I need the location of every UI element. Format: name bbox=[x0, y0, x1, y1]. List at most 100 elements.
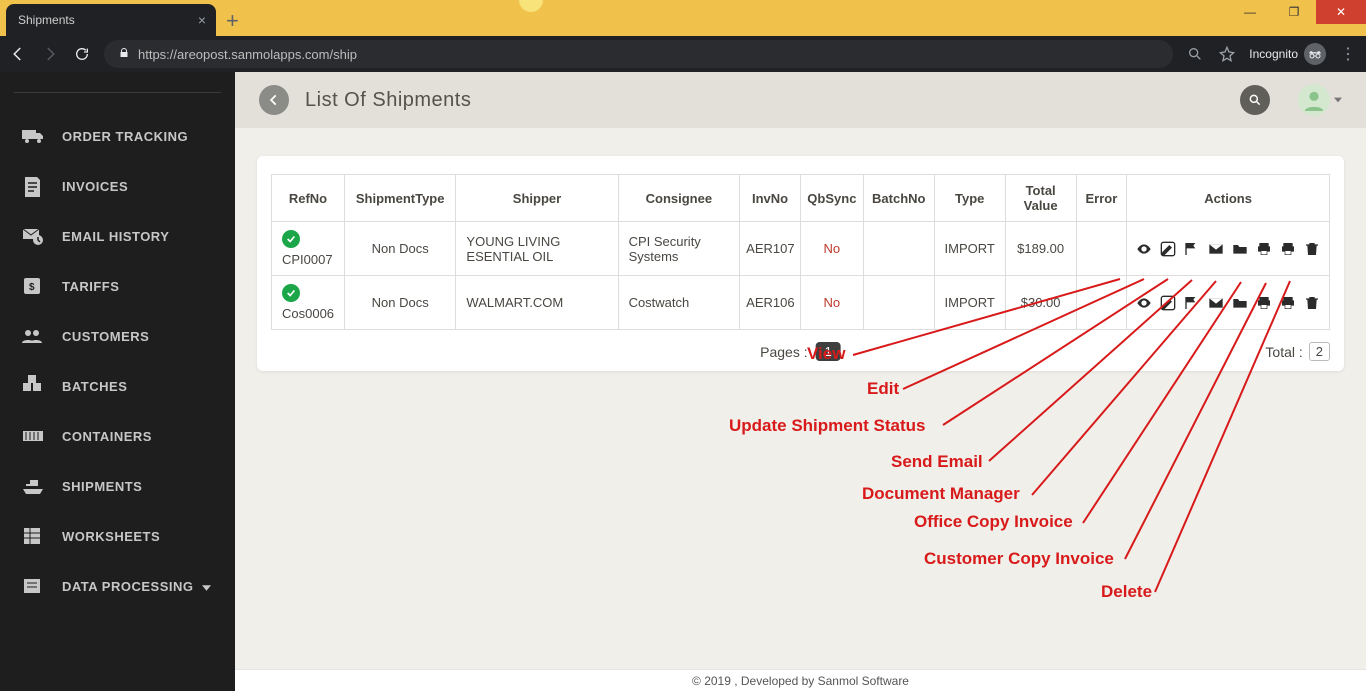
page-header: List Of Shipments bbox=[235, 72, 1366, 128]
action-customer-copy-invoice-icon[interactable] bbox=[1279, 241, 1297, 257]
cell-refno: CPI0007 bbox=[282, 252, 338, 267]
sidebar-item-batches[interactable]: BATCHES bbox=[0, 361, 235, 411]
header-search-button[interactable] bbox=[1240, 85, 1270, 115]
status-ok-icon bbox=[282, 284, 300, 302]
browser-toolbar: https://areopost.sanmolapps.com/ship Inc… bbox=[0, 36, 1366, 72]
cell-actions bbox=[1127, 276, 1330, 330]
col-total-value: Total Value bbox=[1005, 175, 1076, 222]
sidebar-item-label: CONTAINERS bbox=[62, 429, 152, 444]
col-invno: InvNo bbox=[740, 175, 801, 222]
browser-forward-icon[interactable] bbox=[40, 44, 60, 64]
caret-down-icon bbox=[1334, 97, 1342, 103]
sidebar-item-icon bbox=[20, 375, 46, 397]
sidebar-item-shipments[interactable]: SHIPMENTS bbox=[0, 461, 235, 511]
incognito-label: Incognito bbox=[1249, 47, 1298, 61]
annot-doc-manager: Document Manager bbox=[862, 484, 1020, 504]
sidebar-item-label: ORDER TRACKING bbox=[62, 129, 188, 144]
user-menu[interactable] bbox=[1298, 84, 1342, 116]
sidebar-item-email-history[interactable]: EMAIL HISTORY bbox=[0, 211, 235, 261]
action-document-manager-icon[interactable] bbox=[1231, 295, 1249, 311]
action-update-status-icon[interactable] bbox=[1183, 241, 1201, 257]
page-current[interactable]: 1 bbox=[816, 342, 841, 361]
sidebar-item-label: TARIFFS bbox=[62, 279, 119, 294]
action-customer-copy-invoice-icon[interactable] bbox=[1279, 295, 1297, 311]
incognito-icon bbox=[1304, 43, 1326, 65]
action-office-copy-invoice-icon[interactable] bbox=[1255, 241, 1273, 257]
annot-customer-copy: Customer Copy Invoice bbox=[924, 549, 1114, 569]
action-send-email-icon[interactable] bbox=[1207, 241, 1225, 257]
action-delete-icon[interactable] bbox=[1303, 241, 1321, 257]
new-tab-button[interactable]: + bbox=[226, 8, 239, 34]
sidebar-item-worksheets[interactable]: WORKSHEETS bbox=[0, 511, 235, 561]
cell-total-value: $30.00 bbox=[1005, 276, 1076, 330]
page-back-button[interactable] bbox=[259, 85, 289, 115]
action-document-manager-icon[interactable] bbox=[1231, 241, 1249, 257]
cell-batchno bbox=[863, 222, 934, 276]
col-error: Error bbox=[1076, 175, 1127, 222]
cell-qbsync: No bbox=[800, 222, 863, 276]
annot-edit: Edit bbox=[867, 379, 899, 399]
cell-qbsync: No bbox=[800, 276, 863, 330]
sidebar-item-icon bbox=[20, 575, 46, 597]
sidebar-item-icon bbox=[20, 525, 46, 547]
action-office-copy-invoice-icon[interactable] bbox=[1255, 295, 1273, 311]
action-edit-icon[interactable] bbox=[1159, 241, 1177, 257]
sidebar-item-label: SHIPMENTS bbox=[62, 479, 142, 494]
main-content: List Of Shipments RefNoShipmentTypeShipp… bbox=[235, 72, 1366, 691]
cell-consignee: CPI Security Systems bbox=[618, 222, 740, 276]
sidebar-item-icon bbox=[20, 175, 46, 197]
sidebar-item-icon bbox=[20, 125, 46, 147]
cell-shipment-type: Non Docs bbox=[344, 222, 455, 276]
cell-invno: AER107 bbox=[740, 222, 801, 276]
window-controls: — ❐ ✕ bbox=[1228, 0, 1366, 24]
close-tab-icon[interactable]: × bbox=[198, 12, 206, 28]
col-actions: Actions bbox=[1127, 175, 1330, 222]
browser-reload-icon[interactable] bbox=[72, 44, 92, 64]
col-shipper: Shipper bbox=[456, 175, 618, 222]
sidebar-item-tariffs[interactable]: TARIFFS bbox=[0, 261, 235, 311]
cell-actions bbox=[1127, 222, 1330, 276]
bookmark-star-icon[interactable] bbox=[1217, 44, 1237, 64]
action-view-icon[interactable] bbox=[1135, 241, 1153, 257]
search-in-page-icon[interactable] bbox=[1185, 44, 1205, 64]
window-close-button[interactable]: ✕ bbox=[1316, 0, 1366, 24]
shipments-table: RefNoShipmentTypeShipperConsigneeInvNoQb… bbox=[271, 174, 1330, 330]
pages-label: Pages : bbox=[760, 344, 807, 360]
col-qbsync: QbSync bbox=[800, 175, 863, 222]
cell-consignee: Costwatch bbox=[618, 276, 740, 330]
sidebar-item-label: INVOICES bbox=[62, 179, 128, 194]
action-update-status-icon[interactable] bbox=[1183, 295, 1201, 311]
sidebar-item-icon bbox=[20, 225, 46, 247]
sidebar-item-customers[interactable]: CUSTOMERS bbox=[0, 311, 235, 361]
browser-tab[interactable]: Shipments × bbox=[6, 4, 216, 36]
col-type: Type bbox=[934, 175, 1005, 222]
sidebar-item-label: CUSTOMERS bbox=[62, 329, 149, 344]
cell-error bbox=[1076, 276, 1127, 330]
total-value: 2 bbox=[1309, 342, 1330, 361]
browser-menu-icon[interactable]: ⋮ bbox=[1338, 44, 1358, 64]
action-view-icon[interactable] bbox=[1135, 295, 1153, 311]
action-edit-icon[interactable] bbox=[1159, 295, 1177, 311]
window-minimize-button[interactable]: — bbox=[1228, 0, 1272, 24]
tab-strip: Shipments × + bbox=[0, 0, 239, 36]
sidebar-item-data-processing[interactable]: DATA PROCESSING bbox=[0, 561, 235, 611]
total-label: Total : bbox=[1265, 344, 1302, 360]
table-row: Cos0006Non DocsWALMART.COMCostwatchAER10… bbox=[272, 276, 1330, 330]
cell-shipment-type: Non Docs bbox=[344, 276, 455, 330]
browser-back-icon[interactable] bbox=[8, 44, 28, 64]
titlebar-accent bbox=[519, 0, 543, 12]
cell-total-value: $189.00 bbox=[1005, 222, 1076, 276]
action-delete-icon[interactable] bbox=[1303, 295, 1321, 311]
window-maximize-button[interactable]: ❐ bbox=[1272, 0, 1316, 24]
incognito-indicator[interactable]: Incognito bbox=[1249, 43, 1326, 65]
address-bar[interactable]: https://areopost.sanmolapps.com/ship bbox=[104, 40, 1173, 68]
cell-type: IMPORT bbox=[934, 222, 1005, 276]
sidebar-item-invoices[interactable]: INVOICES bbox=[0, 161, 235, 211]
sidebar-item-icon bbox=[20, 425, 46, 447]
action-send-email-icon[interactable] bbox=[1207, 295, 1225, 311]
sidebar-item-containers[interactable]: CONTAINERS bbox=[0, 411, 235, 461]
status-ok-icon bbox=[282, 230, 300, 248]
sidebar-item-order-tracking[interactable]: ORDER TRACKING bbox=[0, 111, 235, 161]
page-footer: © 2019 , Developed by Sanmol Software bbox=[235, 669, 1366, 691]
annot-update-status: Update Shipment Status bbox=[729, 416, 925, 436]
